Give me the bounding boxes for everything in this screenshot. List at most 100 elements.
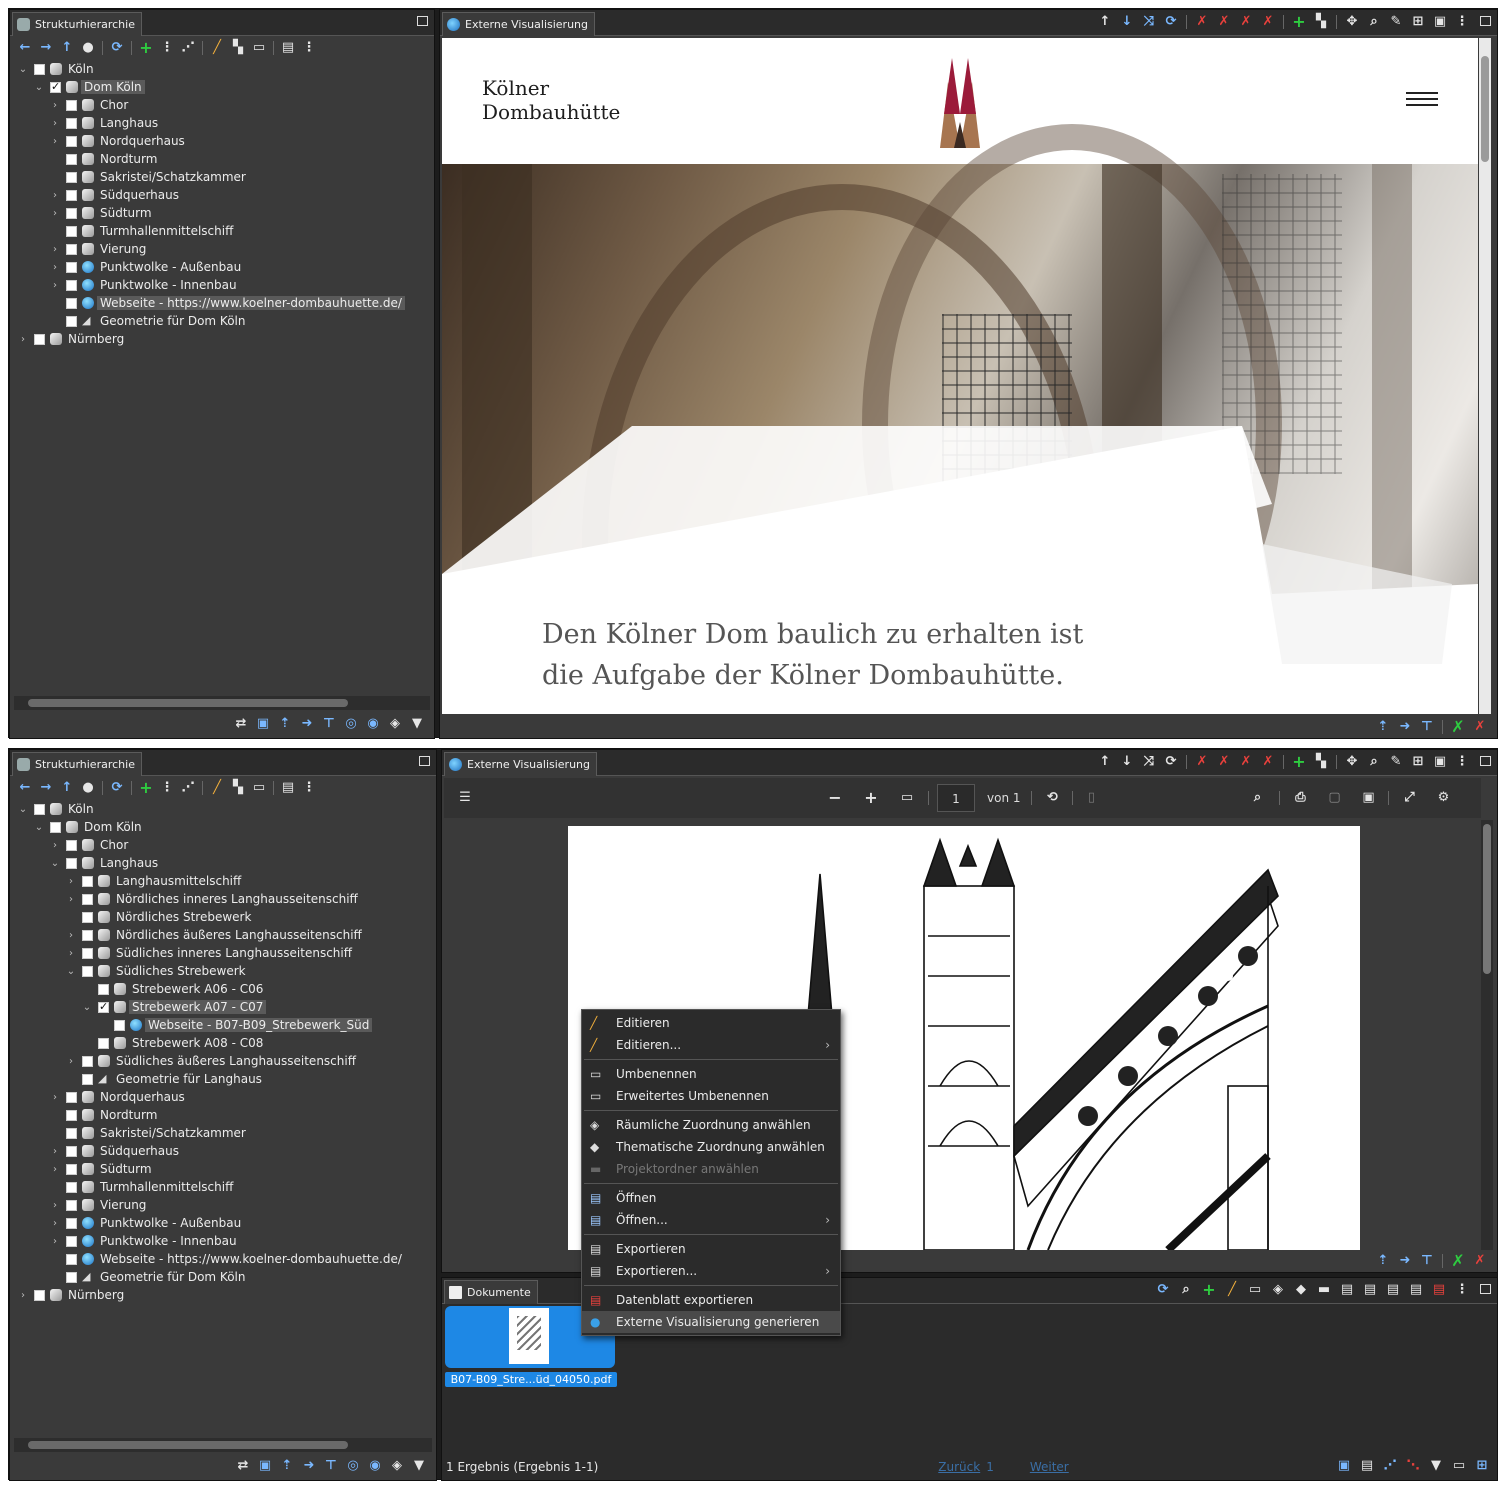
site-brand[interactable]: Kölner Dombauhütte [482,76,620,124]
chevron-right-icon[interactable]: › [50,100,60,111]
image-icon[interactable]: ▣ [1433,15,1447,29]
more-menu-icon[interactable]: ⋮ [302,781,316,795]
tree-node[interactable]: › Südliches inneres Langhausseitenschiff [10,944,436,962]
node-checkbox[interactable] [34,63,45,75]
pin-remove-icon[interactable]: ✗ [1261,755,1275,769]
node-checkbox[interactable] [66,1145,77,1157]
tree-node[interactable]: › Nürnberg [10,1286,436,1304]
page-number-input[interactable]: 1 [937,784,975,812]
tree-node[interactable]: Nordturm [10,1106,436,1124]
node-checkbox[interactable] [66,243,77,255]
node-checkbox[interactable] [82,1073,93,1085]
chevron-right-icon[interactable]: › [50,262,60,273]
menu-item[interactable]: ▭ Erweitertes Umbenennen [582,1085,840,1107]
sort-up-icon[interactable]: ⇡ [1376,1254,1390,1268]
chevron-right-icon[interactable]: › [66,930,76,941]
up-arrow-icon[interactable]: ↑ [60,41,74,55]
pdf-vertical-scrollbar[interactable] [1481,820,1493,1250]
pin-icon[interactable]: ● [81,781,95,795]
chevron-right-icon[interactable]: › [50,280,60,291]
filter-tree-icon[interactable]: ⊤ [322,717,336,731]
chevron-right-icon[interactable]: › [50,1146,60,1157]
sync-icon[interactable]: ⟳ [1164,755,1178,769]
list-icon[interactable]: ▤ [281,41,295,55]
tree-node[interactable]: ⌄ Langhaus [10,854,436,872]
image-icon[interactable]: ▣ [1433,755,1447,769]
node-checkbox[interactable] [66,261,77,273]
hierarchy-icon[interactable]: ⋮ [160,41,174,55]
add-icon[interactable]: + [139,40,153,56]
chevron-right-icon[interactable]: › [50,1092,60,1103]
horizontal-scrollbar[interactable] [14,1438,432,1452]
shuffle-icon[interactable]: ⤨ [1142,755,1156,769]
arrow-right-icon[interactable]: ➜ [1398,720,1412,734]
layers-icon[interactable]: ◉ [366,717,380,731]
folder-icon[interactable]: ▬ [1317,1283,1331,1297]
more-menu-icon[interactable]: ⋮ [1455,1283,1469,1297]
chevron-down-icon[interactable]: ⌄ [82,1002,92,1013]
node-checkbox[interactable] [66,225,77,237]
menu-item[interactable]: ╱ Editieren [582,1012,840,1034]
document-view-icon[interactable]: ▤ [1360,1459,1374,1473]
tab-external-visualization[interactable]: Externe Visualisierung [442,12,596,36]
down-icon[interactable]: ↓ [1120,755,1134,769]
pin-green-icon[interactable]: ✗ [1451,719,1465,735]
back-link[interactable]: Zurück [938,1460,980,1474]
node-checkbox[interactable] [34,333,45,345]
tree-node[interactable]: › Punktwolke - Außenbau [10,258,434,276]
hamburger-menu-icon[interactable] [1406,92,1438,106]
tag-icon[interactable]: ◆ [1294,1283,1308,1297]
ruler-icon[interactable]: ✎ [1389,755,1403,769]
forward-arrow-icon[interactable]: → [39,41,53,55]
chevron-right-icon[interactable]: › [50,190,60,201]
move-icon[interactable]: ✥ [1345,755,1359,769]
node-checkbox[interactable] [98,983,109,995]
grid-icon[interactable]: ⊞ [1411,755,1425,769]
refresh-icon[interactable]: ⟳ [1156,1283,1170,1297]
tree-node[interactable]: › Nördliches äußeres Langhausseitenschiff [10,926,436,944]
more-menu-icon[interactable]: ⋮ [1455,15,1469,29]
add-icon[interactable]: + [139,780,153,796]
image-view-icon[interactable]: ▣ [1337,1459,1351,1473]
node-checkbox[interactable] [66,171,77,183]
tree-node[interactable]: › Nordquerhaus [10,132,434,150]
pin-red-icon[interactable]: ✗ [1473,720,1487,734]
list-icon[interactable]: ▤ [281,781,295,795]
tree-node[interactable]: › Punktwolke - Innenbau [10,276,434,294]
tree-node[interactable]: › Chor [10,96,434,114]
chevron-right-icon[interactable]: › [50,1236,60,1247]
scrollbar-thumb[interactable] [1481,56,1489,162]
node-checkbox[interactable] [82,1055,93,1067]
menu-item[interactable]: ▤ Öffnen... › [582,1209,840,1231]
tree-node[interactable]: › Chor [10,836,436,854]
tree-node[interactable]: › Südquerhaus [10,1142,436,1160]
link-toggle-icon[interactable]: ⋰ [1383,1459,1397,1473]
link-icon[interactable]: ⇄ [234,717,248,731]
copy-icon[interactable]: ▚ [231,41,245,55]
rename-icon[interactable]: ▭ [252,781,266,795]
node-checkbox[interactable] [82,929,93,941]
funnel-icon[interactable]: ▼ [412,1459,426,1473]
website-vertical-scrollbar[interactable] [1479,38,1491,714]
two-page-icon[interactable]: ▯ [1085,791,1099,805]
tree-node[interactable]: › Südturm [10,204,434,222]
chevron-down-icon[interactable]: ⌄ [18,64,28,75]
menu-item[interactable]: ▭ Umbenennen [582,1063,840,1085]
node-checkbox[interactable] [66,297,77,309]
pin-plus-icon[interactable]: ✗ [1239,15,1253,29]
pin-green-icon[interactable]: ✗ [1451,1253,1465,1269]
menu-item[interactable]: ▤ Exportieren [582,1238,840,1260]
back-arrow-icon[interactable]: ← [18,41,32,55]
node-checkbox[interactable] [50,821,61,833]
tree-node[interactable]: Sakristei/Schatzkammer [10,1124,436,1142]
tree-node[interactable]: › Vierung [10,240,434,258]
tab-structure-hierarchy[interactable]: Strukturhierarchie [12,752,142,776]
sort-up-icon[interactable]: ⇡ [1376,720,1390,734]
node-checkbox[interactable] [98,1037,109,1049]
node-checkbox[interactable] [66,1199,77,1211]
page-link[interactable]: 1 [986,1460,994,1474]
tree-node[interactable]: › Nürnberg [10,330,434,348]
tree-node[interactable]: Sakristei/Schatzkammer [10,168,434,186]
node-checkbox[interactable] [98,1000,109,1013]
node-checkbox[interactable] [66,189,77,201]
